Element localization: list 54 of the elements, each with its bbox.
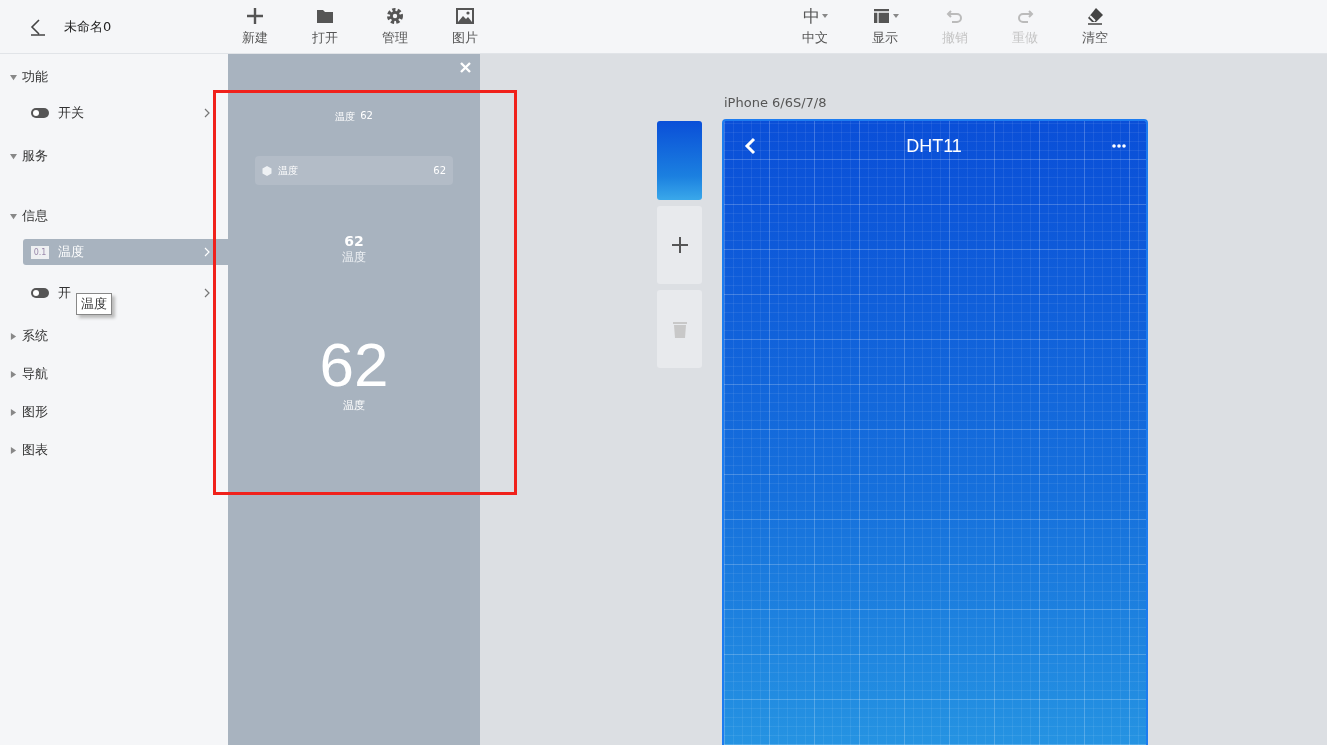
toolbar-button[interactable]: 打开	[290, 1, 360, 52]
value-icon: 0.1	[31, 245, 49, 259]
chevron-right-icon	[204, 108, 210, 118]
caret-right-icon	[10, 370, 17, 378]
tooltip: 温度	[76, 293, 112, 315]
toolbar-button[interactable]: 清空	[1060, 1, 1130, 52]
image-icon	[455, 6, 475, 26]
toolbar-button[interactable]: 管理	[360, 1, 430, 52]
cube-icon	[262, 165, 272, 176]
widget-value: 62	[360, 110, 373, 123]
caret-right-icon	[10, 408, 17, 416]
trash-icon	[671, 320, 688, 338]
category-header[interactable]: 导航	[10, 359, 228, 389]
category-header[interactable]: 图形	[10, 397, 228, 427]
more-icon[interactable]	[1112, 144, 1126, 149]
close-icon[interactable]	[460, 62, 471, 73]
category-header[interactable]: 信息	[10, 201, 228, 231]
caret-icon	[893, 14, 899, 18]
delete-page-button[interactable]	[657, 290, 702, 368]
category-header[interactable]: 图表	[10, 435, 228, 465]
plus-icon	[245, 6, 265, 26]
caret-down-icon	[10, 152, 17, 160]
plus-icon	[670, 236, 689, 254]
caret-right-icon	[10, 446, 17, 454]
component-item[interactable]: 开关	[23, 100, 228, 126]
chevron-right-icon	[204, 288, 210, 298]
caret-down-icon	[10, 212, 17, 220]
widget-label: 温度	[342, 249, 366, 266]
caret-icon	[821, 14, 828, 18]
category-header[interactable]: 功能	[10, 62, 228, 92]
back-icon[interactable]	[28, 17, 46, 36]
toolbar-button[interactable]: 新建	[220, 1, 290, 52]
document-title: 未命名0	[64, 17, 112, 36]
widget-label: 温度	[343, 398, 365, 413]
toggle-icon	[31, 288, 49, 298]
caret-down-icon	[10, 73, 17, 81]
eraser-icon	[1085, 6, 1105, 26]
chevron-right-icon	[204, 247, 210, 257]
toolbar-button[interactable]: 显示	[850, 1, 920, 52]
caret-right-icon	[10, 332, 17, 340]
widget-label: 温度	[335, 110, 356, 124]
settings-icon	[385, 6, 405, 26]
toolbar-button[interactable]: 图片	[430, 1, 500, 52]
widget-value: 62	[319, 334, 389, 396]
toggle-icon	[31, 108, 49, 118]
widget-value: 62	[344, 233, 364, 249]
device-name: iPhone 6/6S/7/8	[724, 95, 828, 112]
category-header[interactable]: 服务	[10, 141, 228, 171]
back-icon[interactable]	[744, 137, 756, 156]
toolbar-button[interactable]: 中 中文	[780, 1, 850, 52]
category-header[interactable]: 系统	[10, 321, 228, 351]
screen-title: DHT11	[905, 135, 963, 157]
layout-icon	[871, 6, 891, 26]
page-thumbnail[interactable]	[657, 121, 702, 200]
